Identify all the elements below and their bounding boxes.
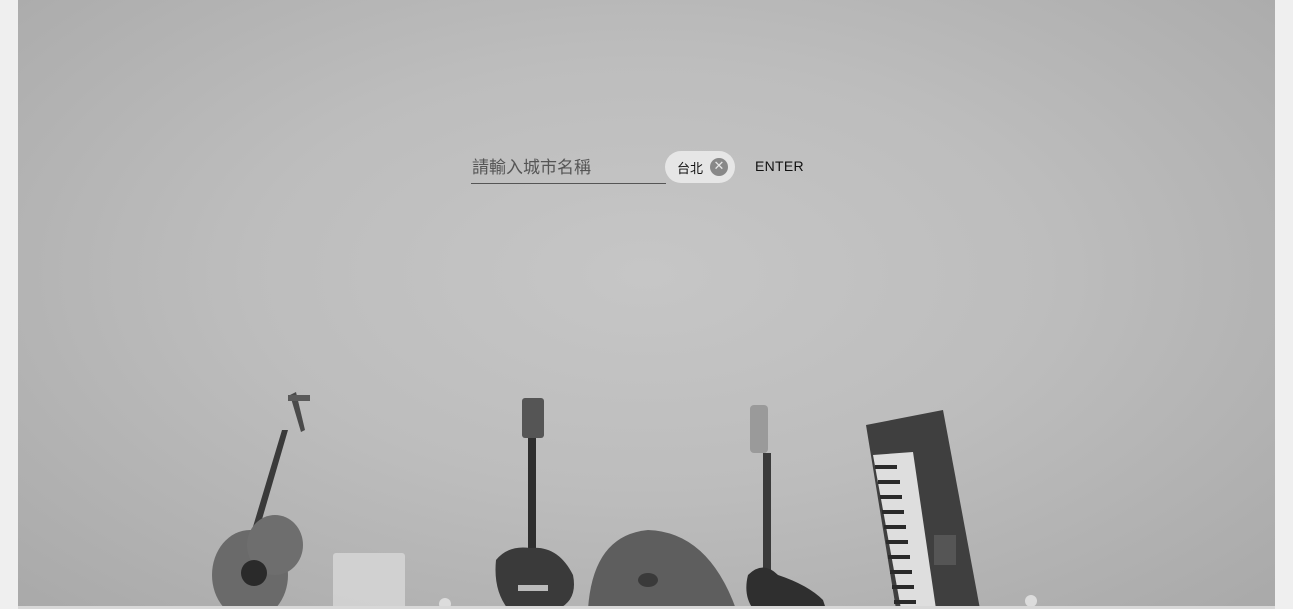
city-chip[interactable]: 台北 ✕ — [665, 151, 735, 183]
bass-guitar — [746, 405, 826, 609]
electric-guitar — [495, 398, 574, 609]
acoustic-guitar — [212, 392, 310, 609]
close-circle-icon[interactable]: ✕ — [710, 158, 728, 176]
hero-background: 台北 ✕ ENTER — [18, 0, 1275, 609]
instruments-photo — [212, 392, 1037, 609]
enter-button[interactable]: ENTER — [755, 158, 804, 174]
amplifier — [333, 553, 405, 609]
cymbal — [588, 530, 736, 609]
city-chip-label: 台北 — [677, 161, 704, 177]
search-bar: 台北 ✕ ENTER — [471, 151, 816, 185]
city-search-input[interactable] — [471, 153, 666, 184]
keyboard-synth — [866, 410, 980, 609]
